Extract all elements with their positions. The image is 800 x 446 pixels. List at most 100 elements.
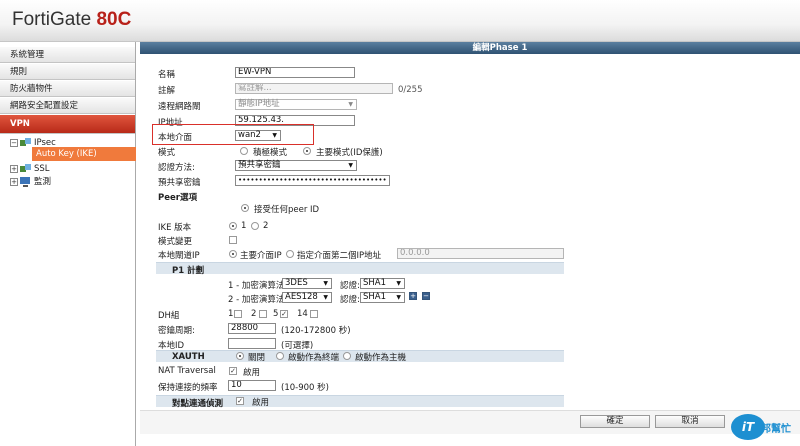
nav-security-profiles[interactable]: 網路安全配置設定 xyxy=(0,97,135,114)
remote-gw-select[interactable]: 靜態IP地址 ▼ xyxy=(235,99,357,110)
peer-any-radio[interactable] xyxy=(241,204,249,212)
auth-label: 認證方法: xyxy=(158,163,195,173)
comment-label: 註解 xyxy=(158,86,176,96)
brand-logo: FortiGate 80C xyxy=(12,9,132,30)
nav-vpn[interactable]: VPN xyxy=(0,114,135,134)
sidebar: 系統管理 規則 防火牆物件 網路安全配置設定 VPN − IPsec Auto … xyxy=(0,42,136,446)
xauth-off-label: 關閉 xyxy=(248,353,266,363)
page-title: 編輯Phase 1 xyxy=(140,42,800,54)
name-label: 名稱 xyxy=(158,70,176,80)
localid-input[interactable] xyxy=(228,338,276,349)
collapse-icon[interactable]: − xyxy=(10,139,18,147)
dh-option-label: 1 xyxy=(228,309,234,319)
xauth-client-label: 啟動作為終端 xyxy=(288,353,340,363)
auth2-label: 認證: xyxy=(340,295,360,305)
keepalive-label: 保持連接的頻率 xyxy=(158,383,218,393)
dh1-checkbox[interactable] xyxy=(234,310,242,318)
enc2-label: 2 - 加密演算法: xyxy=(228,295,288,305)
peer-heading: Peer選項 xyxy=(158,193,197,203)
ike-v1-radio[interactable] xyxy=(229,222,237,230)
app-header: FortiGate 80C xyxy=(0,0,800,42)
p1-section-header: P1 計劃 xyxy=(156,262,564,276)
keepalive-hint: (10-900 秒) xyxy=(281,383,329,393)
dh2-checkbox[interactable] xyxy=(259,310,267,318)
tree-monitor[interactable]: + 監測 xyxy=(10,175,51,189)
local-if-select[interactable]: wan2 ▼ xyxy=(235,130,281,141)
nat-label: NAT Traversal xyxy=(158,366,216,376)
local-gw-main-label: 主要介面IP xyxy=(240,251,282,261)
dh-option-label: 2 xyxy=(251,309,257,319)
xauth-server-label: 啟動作為主機 xyxy=(355,353,407,363)
nav-policy[interactable]: 規則 xyxy=(0,63,135,80)
chevron-down-icon: ▼ xyxy=(272,132,277,139)
nav-system[interactable]: 系統管理 xyxy=(0,46,135,63)
enc1-label: 1 - 加密演算法: xyxy=(228,281,288,291)
local-if-label: 本地介面 xyxy=(158,133,193,143)
auth1-label: 認證: xyxy=(340,281,360,291)
nav-firewall-objects[interactable]: 防火牆物件 xyxy=(0,80,135,97)
peer-any-label: 接受任何peer ID xyxy=(254,205,320,215)
add-proposal-icon[interactable]: + xyxy=(409,292,417,300)
mode-cfg-label: 模式變更 xyxy=(158,237,193,247)
psk-input[interactable]: •••••••••••••••••••••••••••••••••••• xyxy=(235,175,390,186)
dh-option-label: 14 xyxy=(297,309,308,319)
monitor-icon xyxy=(20,177,30,187)
dh-label: DH組 xyxy=(158,311,180,321)
mode-main-radio[interactable] xyxy=(303,147,311,155)
chevron-down-icon: ▼ xyxy=(323,294,328,301)
auth-select[interactable]: 預共享密鑰 ▼ xyxy=(235,160,357,171)
xauth-server-radio[interactable] xyxy=(343,352,351,360)
tree-auto-key[interactable]: Auto Key (IKE) xyxy=(32,147,136,161)
remove-proposal-icon[interactable]: − xyxy=(422,292,430,300)
keylife-hint: (120-172800 秒) xyxy=(281,326,351,336)
enc2-select[interactable]: AES128 ▼ xyxy=(282,292,332,303)
mode-aggressive-radio[interactable] xyxy=(240,147,248,155)
nat-enabled-label: 啟用 xyxy=(243,368,261,378)
comment-input[interactable]: 寫註解... xyxy=(235,83,393,94)
comment-counter: 0/255 xyxy=(398,85,423,95)
chevron-down-icon: ▼ xyxy=(396,294,401,301)
ssl-icon xyxy=(20,164,31,172)
auth2-select[interactable]: SHA1 ▼ xyxy=(360,292,405,303)
chevron-down-icon: ▼ xyxy=(396,280,401,287)
dpd-checkbox[interactable]: ✓ xyxy=(236,397,244,405)
mode-aggressive-label: 積極模式 xyxy=(253,148,288,158)
auth1-select[interactable]: SHA1 ▼ xyxy=(360,278,405,289)
local-gw-other-radio[interactable] xyxy=(286,250,294,258)
keylife-input[interactable]: 28800 xyxy=(228,323,276,334)
ike-v1-label: 1 xyxy=(241,221,247,231)
psk-label: 預共享密鑰 xyxy=(158,178,201,188)
dpd-enabled-label: 啟用 xyxy=(252,398,270,408)
xauth-client-radio[interactable] xyxy=(276,352,284,360)
mode-cfg-checkbox[interactable] xyxy=(229,236,237,244)
nat-checkbox[interactable]: ✓ xyxy=(229,367,237,375)
dpd-section-header: 對點連通偵測 xyxy=(156,395,564,409)
mode-main-label: 主要模式(ID保護) xyxy=(316,148,383,158)
local-gw-label: 本地閘道IP xyxy=(158,251,200,261)
ike-v2-label: 2 xyxy=(263,221,269,231)
watermark-logo: iT 邦幫忙 xyxy=(731,408,797,442)
tree-ssl[interactable]: + SSL xyxy=(10,162,50,176)
ike-v2-radio[interactable] xyxy=(251,222,259,230)
mode-label: 模式 xyxy=(158,148,176,158)
chevron-down-icon: ▼ xyxy=(348,162,353,169)
local-gw-ip-input[interactable]: 0.0.0.0 xyxy=(397,248,564,259)
expand-icon[interactable]: + xyxy=(10,178,18,186)
expand-icon[interactable]: + xyxy=(10,165,18,173)
chevron-down-icon: ▼ xyxy=(348,101,353,108)
ipsec-icon xyxy=(20,138,31,146)
chevron-down-icon: ▼ xyxy=(323,280,328,287)
local-gw-other-label: 指定介面第二個IP地址 xyxy=(297,251,382,261)
keylife-label: 密鑰周期: xyxy=(158,326,195,336)
xauth-off-radio[interactable] xyxy=(236,352,244,360)
dh5-checkbox[interactable]: ✓ xyxy=(280,310,288,318)
keepalive-input[interactable]: 10 xyxy=(228,380,276,391)
dh14-checkbox[interactable] xyxy=(310,310,318,318)
remote-gw-label: 遠程網路閘 xyxy=(158,102,201,112)
ok-button[interactable]: 確定 xyxy=(580,415,650,428)
ike-label: IKE 版本 xyxy=(158,223,192,233)
name-input[interactable]: EW-VPN xyxy=(235,67,355,78)
enc1-select[interactable]: 3DES ▼ xyxy=(282,278,332,289)
cancel-button[interactable]: 取消 xyxy=(655,415,725,428)
local-gw-main-radio[interactable] xyxy=(229,250,237,258)
